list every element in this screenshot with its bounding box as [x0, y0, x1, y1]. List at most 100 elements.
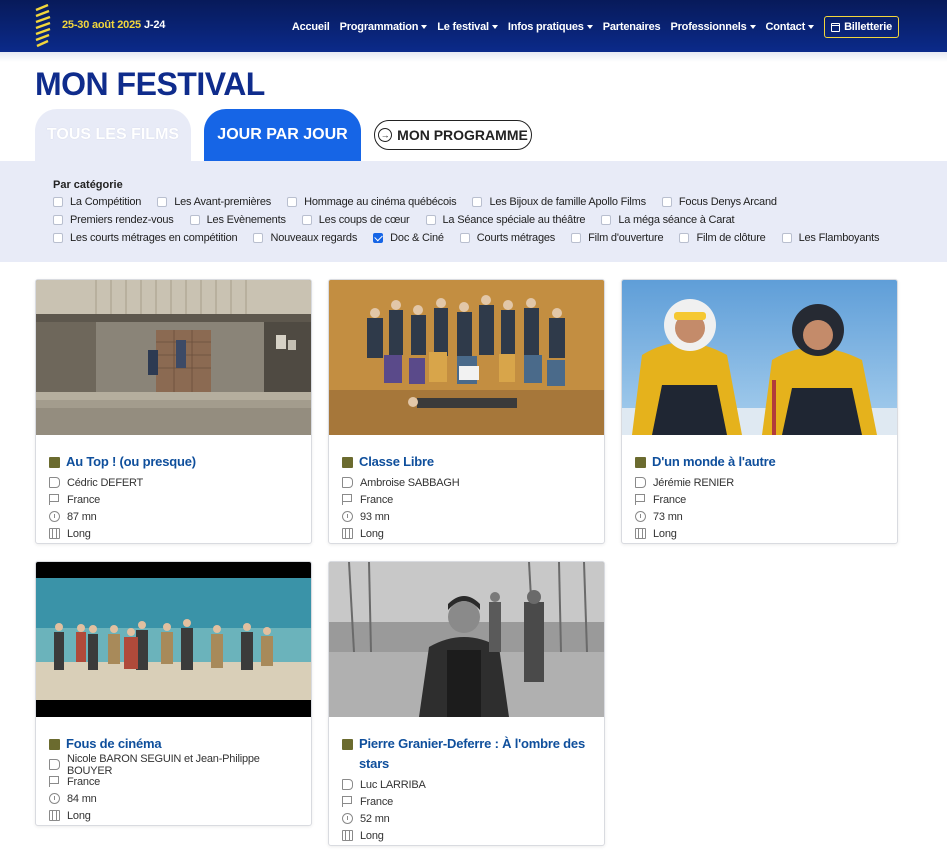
nav-le-festival[interactable]: Le festival	[437, 21, 498, 33]
festival-logo[interactable]	[34, 4, 52, 48]
tab-all-films[interactable]: TOUS LES FILMS	[35, 109, 191, 161]
dates-text: 25-30 août 2025	[62, 19, 141, 31]
format-text: Long	[360, 527, 384, 540]
filter-courts-metrages[interactable]: Courts métrages	[459, 232, 555, 244]
arrow-right-circle-icon: →	[378, 128, 393, 142]
checkbox[interactable]	[53, 215, 63, 225]
checkbox-checked[interactable]	[373, 233, 384, 243]
checkbox[interactable]	[287, 197, 298, 207]
duration-text: 87 mn	[67, 510, 97, 523]
film-title[interactable]: Fous de cinéma	[49, 734, 298, 754]
filter-hommage-quebecois[interactable]: Hommage au cinéma québécois	[287, 196, 457, 208]
film-thumbnail[interactable]	[329, 280, 605, 435]
filter-focus-denys-arcand[interactable]: Focus Denys Arcand	[661, 196, 777, 208]
filter-la-competition[interactable]: La Compétition	[53, 196, 141, 208]
filter-nouveaux-regards[interactable]: Nouveaux regards	[253, 232, 357, 244]
film-title-text: Pierre Granier-Deferre : À l'ombre des s…	[359, 736, 585, 771]
film-duration: 84 mn	[49, 790, 298, 807]
director-text: Jérémie RENIER	[653, 476, 734, 489]
checkbox[interactable]	[53, 197, 63, 207]
film-title[interactable]: Classe Libre	[342, 452, 591, 472]
nav-partenaires[interactable]: Partenaires	[603, 21, 661, 33]
filter-doc-cine[interactable]: Doc & Ciné	[373, 232, 444, 244]
checkbox[interactable]	[661, 197, 672, 207]
film-director: Luc LARRIBA	[342, 776, 591, 793]
checkbox[interactable]	[781, 233, 792, 243]
film-title-text: Classe Libre	[359, 454, 434, 469]
tab-my-program[interactable]: → MON PROGRAMME	[374, 120, 532, 150]
chevron-down-icon	[586, 25, 593, 29]
checkbox[interactable]	[189, 215, 200, 225]
nav-label: Programmation	[339, 21, 419, 33]
filter-mega-seance-carat[interactable]: La méga séance à Carat	[601, 214, 735, 226]
nav-infos-pratiques[interactable]: Infos pratiques	[508, 21, 593, 33]
duration-text: 73 mn	[653, 510, 683, 523]
checkbox[interactable]	[425, 215, 436, 225]
card-body: Fous de cinéma Nicole BARON SEGUIN et Je…	[36, 722, 311, 824]
tab-day-by-day[interactable]: JOUR PAR JOUR	[204, 109, 361, 161]
film-thumbnail[interactable]	[329, 562, 605, 717]
stopwatch-icon	[342, 813, 353, 824]
calendar-icon	[831, 22, 841, 32]
film-title[interactable]: Au Top ! (ou presque)	[49, 452, 298, 472]
film-thumbnail[interactable]	[36, 562, 312, 717]
nav-programmation[interactable]: Programmation	[340, 21, 428, 33]
country-text: France	[653, 493, 687, 506]
checkbox[interactable]	[157, 197, 168, 207]
film-title-text: Fous de cinéma	[66, 736, 162, 751]
film-thumbnail[interactable]	[36, 280, 312, 435]
film-icon	[342, 830, 353, 841]
film-country: France	[635, 491, 884, 508]
checkbox[interactable]	[571, 233, 582, 243]
countdown-text: J-24	[143, 19, 166, 31]
film-title[interactable]: Pierre Granier-Deferre : À l'ombre des s…	[342, 734, 591, 774]
filter-label: Les coups de cœur	[318, 214, 410, 226]
category-square-icon	[635, 457, 646, 468]
film-title-text: Au Top ! (ou presque)	[66, 454, 196, 469]
film-country: France	[342, 491, 591, 508]
flag-icon	[635, 494, 646, 505]
filter-avant-premieres[interactable]: Les Avant-premières	[157, 196, 271, 208]
film-card[interactable]: Classe Libre Ambroise SABBAGH France 93 …	[328, 279, 605, 544]
flag-icon	[49, 494, 60, 505]
card-body: Au Top ! (ou presque) Cédric DEFERT Fran…	[36, 440, 311, 542]
film-thumbnail[interactable]	[622, 280, 898, 435]
filter-seance-theatre[interactable]: La Séance spéciale au théâtre	[425, 214, 586, 226]
megaphone-icon	[49, 477, 60, 488]
nav-professionnels[interactable]: Professionnels	[670, 21, 756, 33]
filter-flamboyants[interactable]: Les Flamboyants	[781, 232, 880, 244]
filter-film-cloture[interactable]: Film de clôture	[679, 232, 766, 244]
country-text: France	[360, 493, 394, 506]
filter-coups-de-coeur[interactable]: Les coups de cœur	[301, 214, 410, 226]
duration-text: 93 mn	[360, 510, 390, 523]
checkbox[interactable]	[601, 215, 612, 225]
ticket-button[interactable]: Billetterie	[824, 16, 899, 38]
filter-evenements[interactable]: Les Evènements	[189, 214, 286, 226]
film-director: Nicole BARON SEGUIN et Jean-Philippe BOU…	[49, 753, 298, 777]
card-body: D'un monde à l'autre Jérémie RENIER Fran…	[622, 440, 897, 542]
checkbox[interactable]	[459, 233, 470, 243]
checkbox[interactable]	[53, 233, 63, 243]
category-square-icon	[342, 457, 353, 468]
filter-bijoux-de-famille[interactable]: Les Bijoux de famille Apollo Films	[472, 196, 646, 208]
checkbox[interactable]	[472, 197, 483, 207]
film-format: Long	[49, 807, 298, 824]
nav-accueil[interactable]: Accueil	[292, 21, 330, 33]
checkbox[interactable]	[253, 233, 264, 243]
nav-contact[interactable]: Contact	[766, 21, 815, 33]
duration-text: 84 mn	[67, 792, 97, 805]
checkbox[interactable]	[679, 233, 690, 243]
film-card[interactable]: Pierre Granier-Deferre : À l'ombre des s…	[328, 561, 605, 846]
filter-film-ouverture[interactable]: Film d'ouverture	[571, 232, 664, 244]
country-text: France	[360, 795, 394, 808]
top-navbar: 25-30 août 2025 J-24 Accueil Programmatio…	[0, 0, 947, 52]
film-card[interactable]: D'un monde à l'autre Jérémie RENIER Fran…	[621, 279, 898, 544]
filter-premiers-rendez-vous[interactable]: Premiers rendez-vous	[53, 214, 174, 226]
megaphone-icon	[342, 779, 353, 790]
checkbox[interactable]	[301, 215, 312, 225]
duration-text: 52 mn	[360, 812, 390, 825]
filter-courts-competition[interactable]: Les courts métrages en compétition	[53, 232, 238, 244]
film-card[interactable]: Au Top ! (ou presque) Cédric DEFERT Fran…	[35, 279, 312, 544]
film-card[interactable]: Fous de cinéma Nicole BARON SEGUIN et Je…	[35, 561, 312, 826]
film-title[interactable]: D'un monde à l'autre	[635, 452, 884, 472]
